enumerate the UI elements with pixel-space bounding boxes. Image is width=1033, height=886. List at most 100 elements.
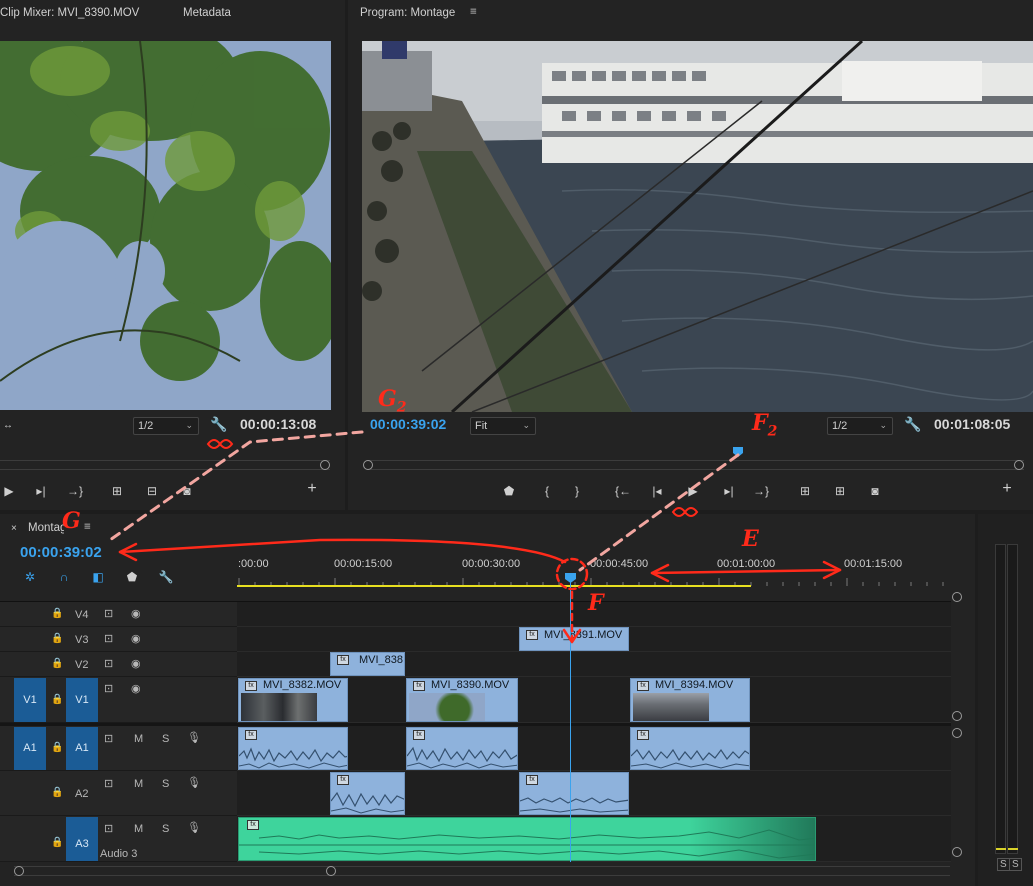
track-target-v1[interactable]: V1 xyxy=(66,678,98,722)
eye-icon[interactable]: ◉ xyxy=(131,682,141,695)
program-scrubber-start-knob[interactable] xyxy=(363,460,373,470)
add-button-icon[interactable]: + xyxy=(998,481,1016,497)
clip-v1-mvi-8394[interactable]: fx MVI_8394.MOV xyxy=(630,678,750,722)
camera-icon[interactable]: ◙ xyxy=(866,484,884,498)
timeline-close-icon[interactable]: × xyxy=(11,523,17,534)
source-scrubber-end-knob[interactable] xyxy=(320,460,330,470)
tab-program-montage[interactable]: Program: Montage xyxy=(360,7,455,19)
clip-v2-mvi-838[interactable]: fx MVI_838 xyxy=(330,652,405,676)
audio-scroll-knob-top[interactable] xyxy=(952,728,962,738)
snap-magnet-icon[interactable]: ∩ xyxy=(55,570,73,584)
camera-icon[interactable]: ◙ xyxy=(178,484,196,498)
mute-button[interactable]: M xyxy=(134,823,143,835)
audio-scroll-knob-bottom[interactable] xyxy=(952,847,962,857)
wrench-icon[interactable]: 🔧 xyxy=(904,417,922,431)
mute-button[interactable]: M xyxy=(134,778,143,790)
sync-lock-icon[interactable]: ⊡ xyxy=(104,682,113,695)
chevron-down-icon: ⌄ xyxy=(522,420,530,430)
microphone-icon[interactable]: 🎙 xyxy=(187,821,201,834)
clip-v1-mvi-8382[interactable]: fx MVI_8382.MOV xyxy=(238,678,348,722)
program-scrubber-end-knob[interactable] xyxy=(1014,460,1024,470)
lift-icon[interactable]: ⊞ xyxy=(796,484,814,498)
lock-icon[interactable]: 🔒 xyxy=(51,633,63,644)
sync-lock-icon[interactable]: ⊡ xyxy=(104,657,113,670)
clip-v3-mvi-8391[interactable]: fx MVI_8391.MOV xyxy=(519,627,629,651)
panel-menu-icon[interactable]: ≡ xyxy=(470,6,477,18)
eye-icon[interactable]: ◉ xyxy=(131,657,141,670)
solo-button[interactable]: S xyxy=(162,778,169,790)
tab-metadata[interactable]: Metadata xyxy=(183,7,231,19)
playhead-line[interactable] xyxy=(570,580,571,862)
microphone-icon[interactable]: 🎙 xyxy=(187,731,201,744)
vertical-scroll-knob-bottom[interactable] xyxy=(952,711,962,721)
horizontal-scroll-knob-left[interactable] xyxy=(14,866,24,876)
source-patch-v1[interactable]: V1 xyxy=(14,678,46,722)
step-back-icon[interactable]: |◂ xyxy=(648,484,666,498)
add-marker-icon[interactable]: ⬟ xyxy=(500,484,518,498)
nest-icon[interactable]: ✲ xyxy=(21,570,39,584)
mute-button[interactable]: M xyxy=(134,733,143,745)
wrench-icon[interactable]: 🔧 xyxy=(210,417,228,431)
vertical-scroll-knob-top[interactable] xyxy=(952,592,962,602)
audio-clip-a2-1[interactable]: fx xyxy=(330,772,405,815)
program-current-timecode[interactable]: 00:00:39:02 xyxy=(370,416,446,432)
solo-left-button[interactable]: S xyxy=(997,858,1010,871)
mark-out-icon[interactable]: } xyxy=(568,484,586,498)
solo-right-button[interactable]: S xyxy=(1009,858,1022,871)
insert-icon[interactable]: ⊞ xyxy=(108,484,126,498)
audio-clip-a2-2[interactable]: fx xyxy=(519,772,629,815)
overwrite-icon[interactable]: ⊟ xyxy=(143,484,161,498)
eye-icon[interactable]: ◉ xyxy=(131,607,141,620)
program-scrubber[interactable] xyxy=(368,460,1024,470)
lock-icon[interactable]: 🔒 xyxy=(51,608,63,619)
linked-selection-icon[interactable]: ◧ xyxy=(89,570,107,584)
horizontal-scrollbar[interactable] xyxy=(14,866,950,876)
audio-clip-a1-2[interactable]: fx xyxy=(406,727,518,770)
step-forward-icon[interactable]: ▸| xyxy=(720,484,738,498)
add-button-icon[interactable]: + xyxy=(303,481,321,497)
tab-montage[interactable]: Montage xyxy=(28,522,64,534)
solo-button[interactable]: S xyxy=(162,733,169,745)
fit-dropdown[interactable]: Fit ⌄ xyxy=(470,417,536,435)
sync-lock-icon[interactable]: ⊡ xyxy=(104,607,113,620)
tab-clip-mixer[interactable]: Clip Mixer: MVI_8390.MOV xyxy=(0,7,139,19)
go-to-in-icon[interactable]: {← xyxy=(614,484,632,498)
timeline-timecode[interactable]: 00:00:39:02 xyxy=(20,544,102,561)
audio-clip-a1-3[interactable]: fx xyxy=(630,727,750,770)
audio-clip-a3-music[interactable]: fx xyxy=(238,817,816,861)
source-resolution-dropdown[interactable]: 1/2 ⌄ xyxy=(133,417,199,435)
add-marker-icon[interactable]: ⬟ xyxy=(123,570,141,584)
solo-button[interactable]: S xyxy=(162,823,169,835)
lock-icon[interactable]: 🔒 xyxy=(51,742,63,753)
microphone-icon[interactable]: 🎙 xyxy=(187,776,201,789)
extract-icon[interactable]: ⊞ xyxy=(831,484,849,498)
clip-v1-mvi-8390[interactable]: fx MVI_8390.MOV xyxy=(406,678,518,722)
audio-clip-a1-1[interactable]: fx xyxy=(238,727,348,770)
timeline-settings-wrench-icon[interactable]: 🔧 xyxy=(157,570,175,584)
sync-lock-icon[interactable]: ⊡ xyxy=(104,732,113,745)
lock-icon[interactable]: 🔒 xyxy=(51,787,63,798)
play-icon[interactable]: ▶ xyxy=(684,484,702,498)
go-to-out-icon[interactable]: →} xyxy=(66,484,84,498)
panel-menu-icon[interactable]: ≡ xyxy=(84,521,91,533)
work-area-bar[interactable] xyxy=(237,585,751,587)
sync-lock-icon[interactable]: ⊡ xyxy=(104,822,113,835)
program-resolution-dropdown[interactable]: 1/2 ⌄ xyxy=(827,417,893,435)
lock-icon[interactable]: 🔒 xyxy=(51,837,63,848)
lock-icon[interactable]: 🔒 xyxy=(51,658,63,669)
step-forward-icon[interactable]: ▸| xyxy=(32,484,50,498)
source-settings-icon[interactable]: ↔ xyxy=(0,419,16,433)
lock-icon[interactable]: 🔒 xyxy=(51,694,63,705)
go-to-out-icon[interactable]: →} xyxy=(752,484,770,498)
program-playhead-marker[interactable] xyxy=(733,447,743,457)
source-patch-a1[interactable]: A1 xyxy=(14,727,46,770)
play-icon[interactable]: ▶ xyxy=(0,484,18,498)
horizontal-scroll-knob-right[interactable] xyxy=(326,866,336,876)
track-target-a3[interactable]: A3 xyxy=(66,817,98,861)
mark-in-icon[interactable]: { xyxy=(538,484,556,498)
sync-lock-icon[interactable]: ⊡ xyxy=(104,632,113,645)
source-scrubber[interactable] xyxy=(0,460,330,470)
sync-lock-icon[interactable]: ⊡ xyxy=(104,777,113,790)
track-target-a1[interactable]: A1 xyxy=(66,727,98,770)
eye-icon[interactable]: ◉ xyxy=(131,632,141,645)
